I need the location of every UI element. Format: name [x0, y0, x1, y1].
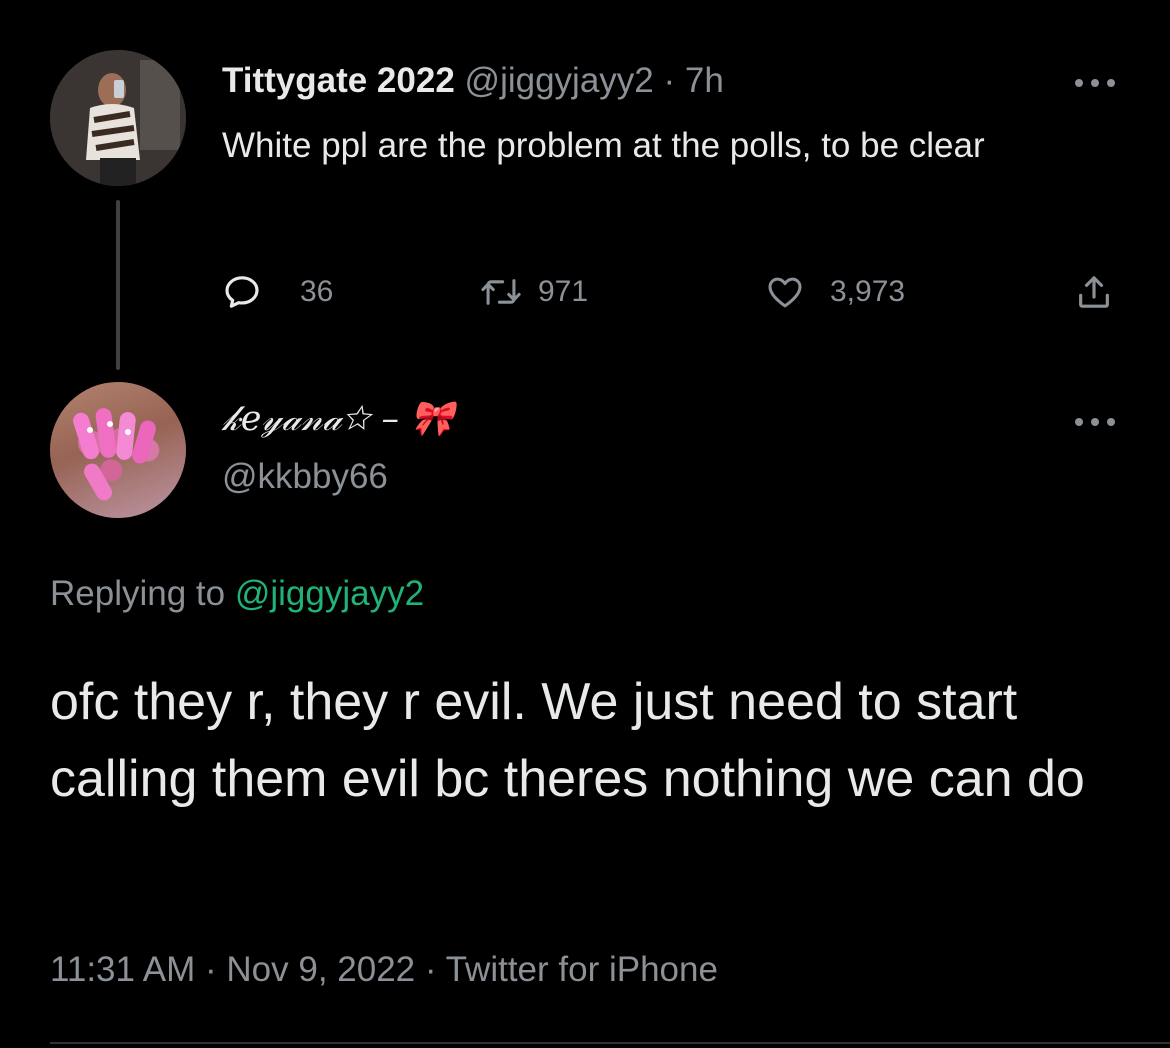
parent-display-name[interactable]: Tittygate 2022: [222, 61, 455, 100]
thread-line: [116, 200, 120, 370]
retweet-icon: [481, 279, 521, 305]
parent-time[interactable]: 7h: [685, 61, 724, 100]
replying-mention-link[interactable]: @jiggyjayy2: [235, 574, 424, 613]
parent-separator: ·: [653, 61, 685, 100]
share-button[interactable]: [1074, 270, 1114, 314]
parent-header: Tittygate 2022 @jiggyjayy2 · 7h: [222, 58, 724, 104]
like-button[interactable]: 3,973: [764, 270, 905, 314]
reply-handle[interactable]: @kkbby66: [222, 454, 388, 500]
avatar-nails-icon: [50, 382, 186, 518]
bottom-divider: [50, 1042, 1170, 1044]
reply-tweet-text: ofc they r, they r evil. We just need to…: [50, 673, 1085, 808]
replying-to-line: Replying to @jiggyjayy2: [50, 570, 424, 618]
parent-avatar[interactable]: [50, 50, 186, 186]
like-count: 3,973: [830, 275, 906, 308]
retweet-count: 971: [538, 275, 589, 308]
reply-timestamp[interactable]: 11:31 AM · Nov 9, 2022 · Twitter for iPh…: [50, 946, 718, 994]
reply-icon: [225, 276, 259, 308]
retweet-button[interactable]: 971: [480, 270, 588, 314]
reply-display-name[interactable]: 𝓀𝑒𝓎𝒶𝓃𝒶☆ – 🎀: [222, 394, 454, 444]
like-icon: [768, 277, 802, 308]
avatar-photo-icon: [50, 50, 186, 186]
parent-handle[interactable]: @jiggyjayy2: [465, 61, 654, 100]
reply-count: 36: [300, 275, 334, 308]
reply-avatar[interactable]: [50, 382, 186, 518]
more-icon[interactable]: [1075, 77, 1115, 89]
parent-tweet-text: White ppl are the problem at the polls, …: [222, 126, 985, 165]
replying-prefix: Replying to: [50, 574, 235, 613]
share-icon: [1079, 276, 1109, 308]
reply-button[interactable]: 36: [222, 270, 333, 314]
more-icon[interactable]: [1075, 416, 1115, 428]
